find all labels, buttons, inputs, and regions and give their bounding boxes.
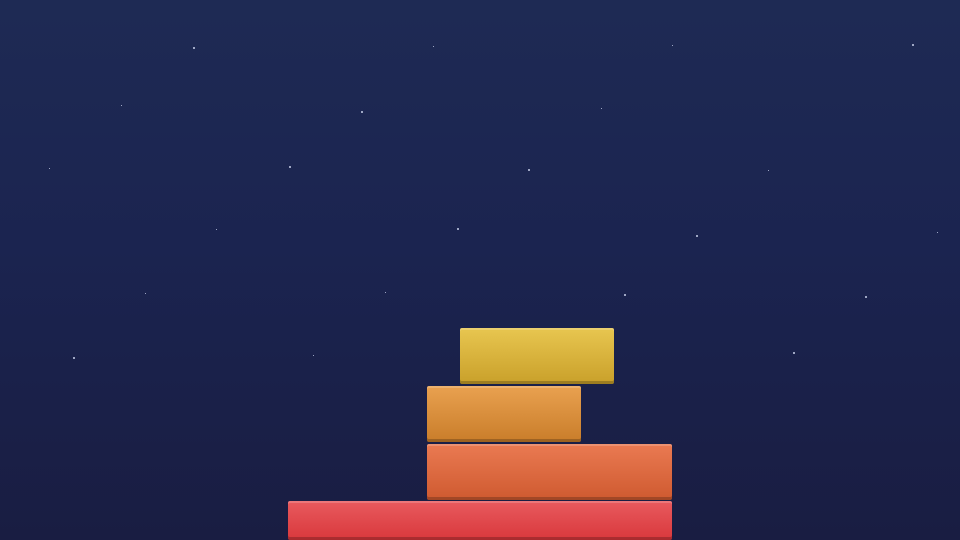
moving-block (460, 328, 614, 384)
stacked-block (288, 501, 672, 540)
stacked-block (427, 386, 581, 442)
block-tower (0, 0, 960, 540)
stacked-block (427, 444, 672, 500)
game-canvas[interactable] (0, 0, 960, 540)
